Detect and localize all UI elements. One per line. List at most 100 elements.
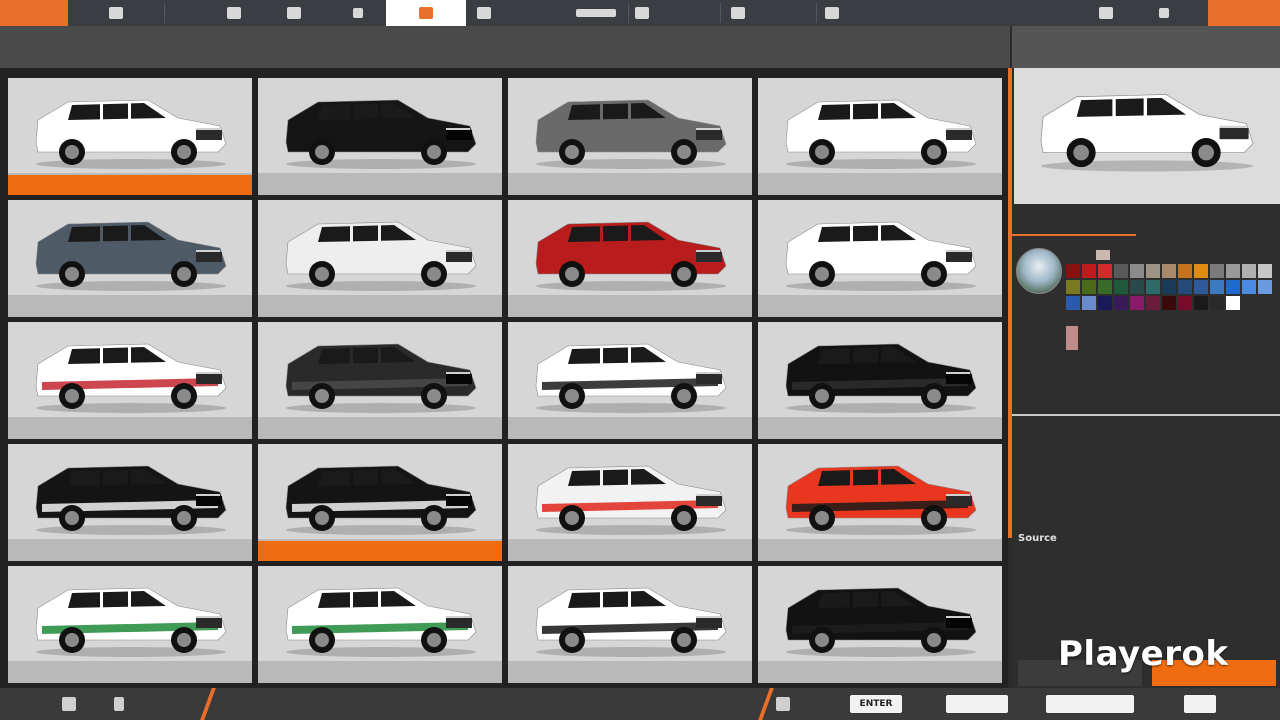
vehicle-thumbnail	[778, 578, 984, 658]
color-swatch[interactable]	[1258, 280, 1272, 294]
toolbar-divider	[164, 3, 165, 23]
color-swatch[interactable]	[1130, 264, 1144, 278]
vehicle-config-tile[interactable]	[508, 78, 752, 195]
vehicle-config-tile[interactable]	[258, 200, 502, 317]
vehicle-config-tile[interactable]	[508, 322, 752, 439]
vehicle-thumbnail	[28, 578, 234, 658]
vehicle-config-tile[interactable]	[508, 566, 752, 683]
color-swatch[interactable]	[1242, 264, 1256, 278]
tab-vehicles[interactable]	[76, 0, 156, 26]
camera-key-button[interactable]	[1184, 695, 1216, 713]
tab-engine[interactable]	[444, 0, 524, 26]
toolbar-accent-left	[0, 0, 68, 26]
color-swatch[interactable]	[1098, 264, 1112, 278]
vehicle-config-tile[interactable]	[758, 322, 1002, 439]
color-swatch[interactable]	[1130, 296, 1144, 310]
vehicle-config-tile[interactable]	[758, 78, 1002, 195]
color-swatch-palette	[1066, 264, 1276, 310]
color-swatch[interactable]	[1178, 264, 1192, 278]
vehicle-config-tile[interactable]	[258, 78, 502, 195]
vehicle-config-tile[interactable]	[8, 322, 252, 439]
color-swatch[interactable]	[1082, 296, 1096, 310]
color-swatch[interactable]	[1242, 280, 1256, 294]
color-swatch[interactable]	[1146, 264, 1160, 278]
vehicle-config-tile[interactable]	[258, 322, 502, 439]
vehicle-config-tile[interactable]	[8, 200, 252, 317]
details-panel-header	[1012, 26, 1280, 68]
color-swatch[interactable]	[1258, 264, 1272, 278]
car-spawn-icon	[227, 7, 241, 19]
color-swatch[interactable]	[1210, 296, 1224, 310]
color-swatch[interactable]	[1098, 280, 1112, 294]
mods-icon	[353, 8, 363, 18]
tile-floor	[258, 417, 502, 439]
tab-weather[interactable]	[602, 0, 682, 26]
color-swatch[interactable]	[1194, 296, 1208, 310]
watermark: Playerok	[1058, 634, 1229, 674]
tab-debug[interactable]	[1124, 0, 1204, 26]
color-swatch[interactable]	[1226, 296, 1240, 310]
vehicle-thumbnail	[28, 456, 234, 536]
vehicle-thumbnail	[778, 212, 984, 292]
details-panel: Source	[1008, 26, 1280, 688]
color-swatch[interactable]	[1130, 280, 1144, 294]
controller-icon	[62, 697, 76, 711]
action-key-button[interactable]	[946, 695, 1008, 713]
map-icon	[825, 7, 839, 19]
vehicle-preview-image	[1032, 82, 1262, 178]
tile-floor	[758, 661, 1002, 683]
tile-floor	[508, 539, 752, 561]
color-swatch[interactable]	[1114, 264, 1128, 278]
tab-paint-options[interactable]	[1012, 204, 1136, 236]
wrench-icon	[114, 697, 124, 711]
color-swatch[interactable]	[1114, 296, 1128, 310]
vehicle-config-tile[interactable]	[8, 444, 252, 561]
vehicle-config-tile[interactable]	[8, 78, 252, 195]
color-swatch[interactable]	[1082, 280, 1096, 294]
tile-floor	[258, 173, 502, 195]
color-swatch[interactable]	[1162, 264, 1176, 278]
paint-icon	[419, 7, 433, 19]
panel-divider	[1012, 414, 1280, 416]
vehicle-config-tile[interactable]	[758, 200, 1002, 317]
vehicle-config-tile[interactable]	[258, 566, 502, 683]
action-key-button[interactable]	[1046, 695, 1134, 713]
tab-photo[interactable]	[698, 0, 778, 26]
color-swatch[interactable]	[1146, 280, 1160, 294]
tab-map[interactable]	[792, 0, 872, 26]
color-swatch[interactable]	[1098, 296, 1112, 310]
vehicle-config-tile[interactable]	[758, 444, 1002, 561]
color-swatch[interactable]	[1178, 280, 1192, 294]
color-swatch[interactable]	[1082, 264, 1096, 278]
vehicle-config-tile[interactable]	[8, 566, 252, 683]
color-swatch[interactable]	[1066, 280, 1080, 294]
vehicle-config-tile[interactable]	[258, 444, 502, 561]
color-swatch[interactable]	[1162, 280, 1176, 294]
vehicle-thumbnail	[278, 578, 484, 658]
tile-floor	[8, 661, 252, 683]
color-swatch[interactable]	[1226, 280, 1240, 294]
environment-thumbnail[interactable]	[1016, 248, 1062, 294]
tile-floor	[758, 173, 1002, 195]
color-swatch[interactable]	[1226, 264, 1240, 278]
color-swatch[interactable]	[1114, 280, 1128, 294]
color-swatch[interactable]	[1162, 296, 1176, 310]
toolbar-accent-right	[1208, 0, 1280, 26]
color-swatch[interactable]	[1194, 280, 1208, 294]
section-header	[0, 26, 1010, 68]
color-swatch[interactable]	[1178, 296, 1192, 310]
color-swatch[interactable]	[1146, 296, 1160, 310]
top-toolbar	[0, 0, 1280, 26]
vehicle-thumbnail	[778, 456, 984, 536]
color-swatch[interactable]	[1210, 280, 1224, 294]
color-swatch[interactable]	[1066, 264, 1080, 278]
tile-floor	[8, 539, 252, 561]
vehicle-config-tile[interactable]	[758, 566, 1002, 683]
color-swatch[interactable]	[1066, 296, 1080, 310]
vehicle-config-tile[interactable]	[508, 444, 752, 561]
enter-key-button[interactable]: ENTER	[850, 695, 902, 713]
color-swatch[interactable]	[1194, 264, 1208, 278]
tile-floor	[508, 173, 752, 195]
color-swatch[interactable]	[1210, 264, 1224, 278]
vehicle-config-tile[interactable]	[508, 200, 752, 317]
